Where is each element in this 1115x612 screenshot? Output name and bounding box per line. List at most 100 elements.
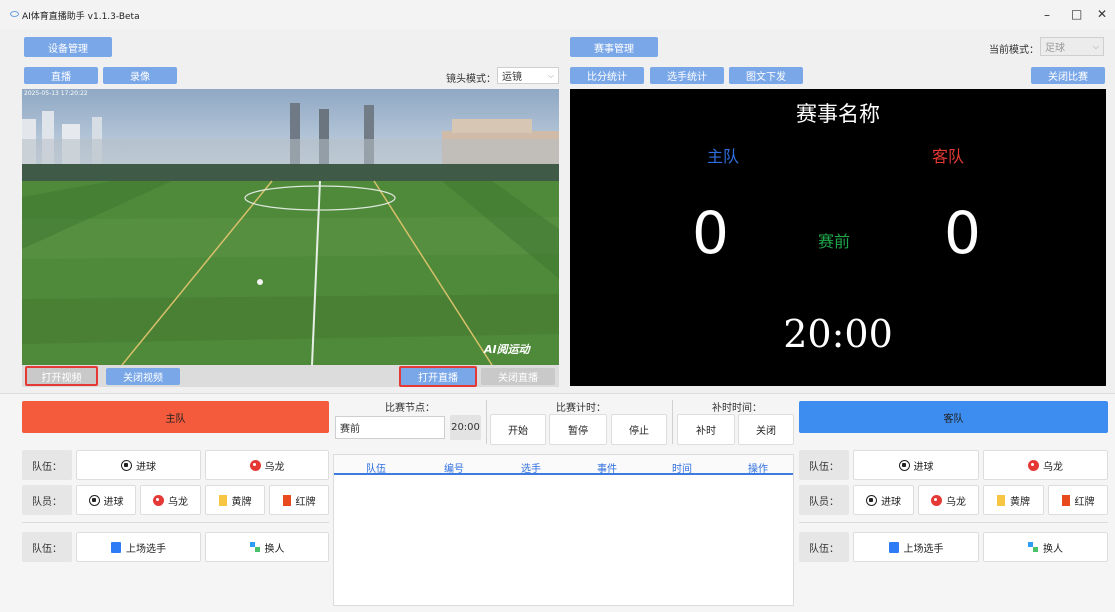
yellow-card-icon (997, 494, 1005, 506)
football-icon (898, 459, 910, 471)
col-time: 时间 (672, 464, 692, 475)
chevron-down-icon: ⌵ (547, 70, 554, 80)
goal-label: 进球 (881, 496, 901, 508)
red-card-label: 红牌 (295, 496, 316, 508)
away-team-row-label: 队伍： (799, 450, 849, 480)
football-icon (88, 494, 100, 506)
mode-select[interactable]: 足球 ⌵ (1040, 37, 1104, 56)
away-substitute-button[interactable]: 换人 (983, 532, 1108, 562)
away-team-goal-button[interactable]: 进球 (853, 450, 979, 480)
close-video-button[interactable]: 关闭视频 (106, 368, 180, 385)
timer-stop-button[interactable]: 停止 (611, 414, 667, 445)
match-node-value: 赛前 (340, 424, 360, 435)
tab-live[interactable]: 直播 (24, 67, 98, 84)
home-player-red-card-button[interactable]: 红牌 (269, 485, 329, 515)
tab-score-stats[interactable]: 比分统计 (570, 67, 644, 84)
open-video-button[interactable]: 打开视频 (25, 366, 98, 386)
home-team-goal-button[interactable]: 进球 (76, 450, 201, 480)
yellow-card-icon (218, 494, 227, 506)
app-icon (10, 11, 19, 17)
football-field-image (22, 89, 559, 365)
timer-start-button[interactable]: 开始 (490, 414, 546, 445)
match-timer-label: 比赛计时： (556, 403, 606, 414)
match-node-input[interactable]: 赛前 (335, 416, 445, 439)
col-player: 选手 (521, 464, 541, 475)
match-management-button[interactable]: 赛事管理 (570, 37, 658, 57)
close-live-button[interactable]: 关闭直播 (481, 368, 555, 385)
col-action: 操作 (748, 464, 768, 475)
yellow-card-label: 黄牌 (231, 496, 252, 508)
col-number: 编号 (444, 464, 464, 475)
chevron-down-icon: ⌵ (1092, 41, 1099, 51)
match-clock: 20:00 (783, 312, 893, 356)
divider (672, 400, 673, 444)
close-match-button[interactable]: 关闭比赛 (1031, 67, 1105, 84)
title-bar: AI体育直播助手 v1.1.3-Beta – □ ✕ (0, 0, 1115, 30)
substitute-label: 换人 (264, 543, 285, 555)
maximize-button[interactable]: □ (1071, 7, 1082, 21)
away-player-own-goal-button[interactable]: 乌龙 (918, 485, 979, 515)
tab-graphics[interactable]: 图文下发 (729, 67, 803, 84)
own-goal-icon (931, 494, 942, 506)
lens-mode-value: 运镜 (502, 72, 522, 83)
scoreboard: 赛事名称 主队 客队 0 赛前 0 20:00 (570, 89, 1106, 386)
own-goal-icon (1028, 459, 1039, 471)
close-extra-time-button[interactable]: 关闭 (738, 414, 794, 445)
video-timestamp: 2025-05-13 17:20:22 (24, 90, 88, 97)
substitution-icon (1028, 542, 1038, 552)
home-player-own-goal-button[interactable]: 乌龙 (140, 485, 201, 515)
home-score: 0 (692, 199, 729, 267)
red-card-icon (1061, 494, 1070, 506)
own-goal-icon (153, 494, 164, 506)
table-header: 队伍 编号 选手 事件 时间 操作 (334, 455, 793, 475)
home-starters-button[interactable]: 上场选手 (76, 532, 201, 562)
event-table: 队伍 编号 选手 事件 时间 操作 (333, 454, 794, 606)
divider (22, 522, 329, 523)
match-name: 赛事名称 (796, 102, 880, 126)
divider (799, 522, 1108, 523)
away-player-goal-button[interactable]: 进球 (853, 485, 914, 515)
home-player-yellow-card-button[interactable]: 黄牌 (205, 485, 265, 515)
own-goal-label: 乌龙 (168, 496, 188, 508)
match-phase: 赛前 (818, 232, 851, 251)
goal-label: 进球 (103, 496, 124, 508)
away-player-row-label: 队员： (799, 485, 849, 515)
own-goal-label: 乌龙 (946, 496, 966, 508)
timer-pause-button[interactable]: 暂停 (549, 414, 607, 445)
lens-mode-label: 镜头模式： (446, 74, 496, 85)
divider (486, 400, 487, 444)
document-icon (111, 541, 121, 553)
away-score: 0 (944, 199, 981, 267)
match-node-label: 比赛节点： (385, 403, 435, 414)
yellow-card-label: 黄牌 (1010, 496, 1030, 508)
away-squad-row-label: 队伍： (799, 532, 849, 562)
extra-time-label: 补时时间： (712, 403, 762, 414)
home-player-goal-button[interactable]: 进球 (76, 485, 136, 515)
lens-mode-select[interactable]: 运镜 ⌵ (497, 67, 559, 84)
device-management-button[interactable]: 设备管理 (24, 37, 112, 57)
away-player-yellow-card-button[interactable]: 黄牌 (983, 485, 1044, 515)
tab-player-stats[interactable]: 选手统计 (650, 67, 724, 84)
close-window-button[interactable]: ✕ (1097, 7, 1107, 21)
node-time-display: 20:00 (450, 415, 481, 440)
tab-record[interactable]: 录像 (103, 67, 177, 84)
home-substitute-button[interactable]: 换人 (205, 532, 329, 562)
football-icon (866, 494, 877, 506)
goal-label: 进球 (913, 461, 934, 473)
away-team-own-goal-button[interactable]: 乌龙 (983, 450, 1108, 480)
extra-time-button[interactable]: 补时 (677, 414, 735, 445)
minimize-button[interactable]: – (1044, 8, 1050, 22)
substitution-icon (249, 542, 260, 552)
home-team-own-goal-button[interactable]: 乌龙 (205, 450, 329, 480)
away-player-red-card-button[interactable]: 红牌 (1048, 485, 1108, 515)
home-team-header: 主队 (22, 401, 329, 433)
video-control-bar (22, 365, 559, 387)
current-mode-label: 当前模式： (989, 45, 1039, 56)
away-team-label: 客队 (932, 147, 965, 166)
document-icon (888, 541, 899, 553)
open-live-button[interactable]: 打开直播 (399, 366, 477, 387)
away-starters-button[interactable]: 上场选手 (853, 532, 979, 562)
home-player-row-label: 队员： (22, 485, 72, 515)
col-event: 事件 (597, 464, 617, 475)
window-title: AI体育直播助手 v1.1.3-Beta (22, 12, 140, 22)
